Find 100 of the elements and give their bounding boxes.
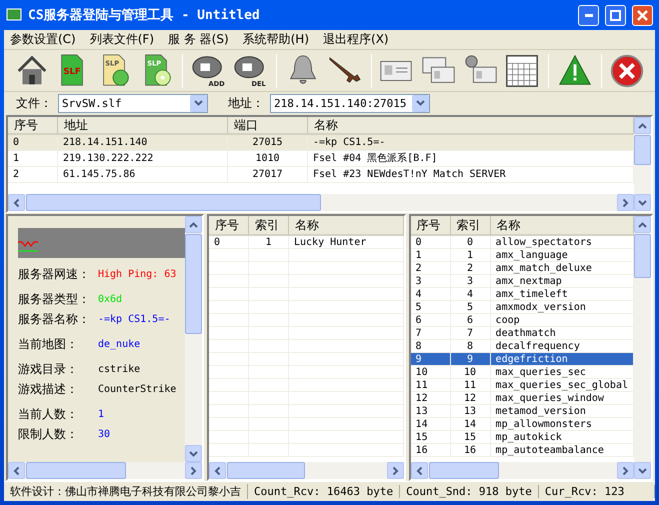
table-cell[interactable]: Lucky Hunter bbox=[289, 236, 404, 249]
table-cell[interactable]: 2 bbox=[410, 262, 451, 275]
table-cell[interactable]: 8 bbox=[450, 340, 491, 353]
table-cell[interactable]: 27017 bbox=[228, 167, 308, 183]
table-cell[interactable]: mp_autoteambalance bbox=[490, 444, 634, 457]
column-header[interactable]: 名称 bbox=[490, 216, 634, 236]
table-cell[interactable]: 9 bbox=[410, 353, 451, 366]
table-cell[interactable]: mp_allowmonsters bbox=[490, 418, 634, 431]
column-header[interactable]: 索引 bbox=[450, 216, 491, 236]
scroll-right-button[interactable] bbox=[185, 462, 202, 479]
table-cell[interactable]: metamod_version bbox=[490, 405, 634, 418]
scroll-left-button[interactable] bbox=[209, 462, 226, 479]
table-cell[interactable]: 0 bbox=[410, 236, 451, 249]
table-cell[interactable]: 4 bbox=[450, 288, 491, 301]
table-cell[interactable]: 1010 bbox=[228, 151, 308, 167]
table-cell[interactable]: amx_language bbox=[490, 249, 634, 262]
table-cell[interactable]: decalfrequency bbox=[490, 340, 634, 353]
menu-item[interactable]: 列表文件(F) bbox=[90, 31, 154, 48]
table-cell[interactable]: 14 bbox=[450, 418, 491, 431]
table-cell[interactable]: 16 bbox=[450, 444, 491, 457]
table-cell[interactable]: amxmodx_version bbox=[490, 301, 634, 314]
horizontal-scrollbar[interactable] bbox=[8, 462, 202, 479]
table-cell[interactable]: 15 bbox=[410, 431, 451, 444]
vertical-scrollbar[interactable] bbox=[634, 216, 651, 479]
column-header[interactable]: 名称 bbox=[308, 117, 634, 135]
scroll-right-button[interactable] bbox=[386, 462, 404, 479]
column-header[interactable]: 名称 bbox=[289, 216, 404, 236]
address-dropdown[interactable]: 218.14.151.140:27015 bbox=[270, 94, 430, 112]
scroll-left-button[interactable] bbox=[8, 194, 25, 211]
scroll-thumb[interactable] bbox=[428, 462, 499, 479]
scroll-up-button[interactable] bbox=[634, 117, 651, 134]
table-cell[interactable]: 11 bbox=[450, 379, 491, 392]
table-cell[interactable]: 219.130.222.222 bbox=[58, 151, 228, 167]
table-cell[interactable]: 5 bbox=[410, 301, 451, 314]
scroll-down-button[interactable] bbox=[634, 462, 651, 479]
table-cell[interactable]: 61.145.75.86 bbox=[58, 167, 228, 183]
scroll-up-button[interactable] bbox=[185, 216, 202, 233]
table-cell[interactable]: coop bbox=[490, 314, 634, 327]
scroll-down-button[interactable] bbox=[634, 194, 651, 211]
vertical-scrollbar[interactable] bbox=[185, 216, 202, 462]
table-cell[interactable]: 5 bbox=[450, 301, 491, 314]
table-cell[interactable]: 7 bbox=[410, 327, 451, 340]
menu-item[interactable]: 退出程序(X) bbox=[323, 31, 389, 48]
table-cell[interactable]: max_queries_window bbox=[490, 392, 634, 405]
table-cell[interactable]: 7 bbox=[450, 327, 491, 340]
table-cell[interactable]: -=kp CS1.5=- bbox=[308, 135, 634, 151]
horizontal-scrollbar[interactable] bbox=[8, 194, 634, 211]
table-cell[interactable]: deathmatch bbox=[490, 327, 634, 340]
column-header[interactable]: 序号 bbox=[209, 216, 249, 236]
table-cell[interactable]: amx_nextmap bbox=[490, 275, 634, 288]
menu-item[interactable]: 参数设置(C) bbox=[10, 31, 76, 48]
table-cell[interactable]: 1 bbox=[8, 151, 58, 167]
table-cell[interactable]: 16 bbox=[410, 444, 451, 457]
table-cell[interactable]: 0 bbox=[8, 135, 58, 151]
table-cell[interactable]: 14 bbox=[410, 418, 451, 431]
table-cell[interactable]: 0 bbox=[450, 236, 491, 249]
horizontal-scrollbar[interactable] bbox=[410, 462, 634, 479]
table-cell[interactable]: 15 bbox=[450, 431, 491, 444]
table-cell[interactable]: Fsel #04 黑色派系[B.F] bbox=[308, 151, 634, 167]
table-cell[interactable]: 3 bbox=[450, 275, 491, 288]
table-cell[interactable]: 13 bbox=[450, 405, 491, 418]
table-cell[interactable]: max_queries_sec bbox=[490, 366, 634, 379]
table-cell[interactable]: 11 bbox=[410, 379, 451, 392]
scroll-thumb[interactable] bbox=[634, 135, 651, 165]
table-cell[interactable]: 2 bbox=[8, 167, 58, 183]
table-cell[interactable]: allow_spectators bbox=[490, 236, 634, 249]
scroll-thumb[interactable] bbox=[26, 462, 126, 479]
column-header[interactable]: 地址 bbox=[58, 117, 228, 135]
column-header[interactable]: 序号 bbox=[410, 216, 451, 236]
vertical-scrollbar[interactable] bbox=[634, 117, 651, 211]
scroll-up-button[interactable] bbox=[634, 216, 651, 233]
column-header[interactable]: 端口 bbox=[228, 117, 308, 135]
scroll-right-button[interactable] bbox=[617, 194, 634, 211]
scroll-right-button[interactable] bbox=[617, 462, 634, 479]
scroll-down-button[interactable] bbox=[185, 445, 202, 462]
table-cell[interactable]: 10 bbox=[410, 366, 451, 379]
table-cell[interactable]: 6 bbox=[450, 314, 491, 327]
scroll-left-button[interactable] bbox=[8, 462, 25, 479]
table-cell[interactable]: 1 bbox=[249, 236, 289, 249]
scroll-thumb[interactable] bbox=[634, 234, 651, 278]
maximize-button[interactable] bbox=[605, 4, 626, 26]
table-cell[interactable]: 1 bbox=[450, 249, 491, 262]
table-cell[interactable]: edgefriction bbox=[490, 353, 634, 366]
scroll-thumb[interactable] bbox=[185, 234, 202, 334]
table-cell[interactable]: 2 bbox=[450, 262, 491, 275]
table-cell[interactable]: 13 bbox=[410, 405, 451, 418]
table-cell[interactable]: amx_match_deluxe bbox=[490, 262, 634, 275]
table-cell[interactable]: 8 bbox=[410, 340, 451, 353]
table-cell[interactable]: 12 bbox=[410, 392, 451, 405]
table-cell[interactable]: 1 bbox=[410, 249, 451, 262]
table-cell[interactable]: Fsel #23 NEWdesT!nY Match SERVER bbox=[308, 167, 634, 183]
table-cell[interactable]: 10 bbox=[450, 366, 491, 379]
table-cell[interactable]: 218.14.151.140 bbox=[58, 135, 228, 151]
table-cell[interactable]: amx_timeleft bbox=[490, 288, 634, 301]
file-dropdown[interactable]: SrvSW.slf bbox=[58, 94, 208, 112]
column-header[interactable]: 序号 bbox=[8, 117, 58, 135]
table-cell[interactable]: mp_autokick bbox=[490, 431, 634, 444]
table-cell[interactable]: max_queries_sec_global bbox=[490, 379, 634, 392]
table-cell[interactable]: 27015 bbox=[228, 135, 308, 151]
minimize-button[interactable] bbox=[578, 4, 599, 26]
